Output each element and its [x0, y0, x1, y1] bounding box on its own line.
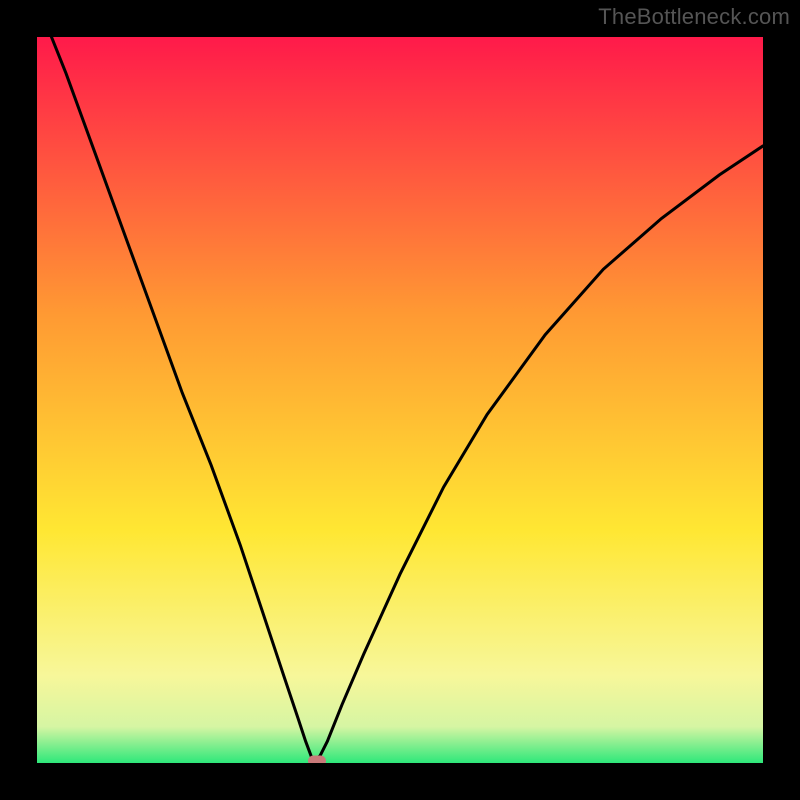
- watermark-text: TheBottleneck.com: [598, 4, 790, 30]
- chart-svg: [37, 37, 763, 763]
- optimal-point-marker: [308, 755, 326, 763]
- chart-plot-area: [37, 37, 763, 763]
- chart-frame: TheBottleneck.com: [0, 0, 800, 800]
- gradient-background: [37, 37, 763, 763]
